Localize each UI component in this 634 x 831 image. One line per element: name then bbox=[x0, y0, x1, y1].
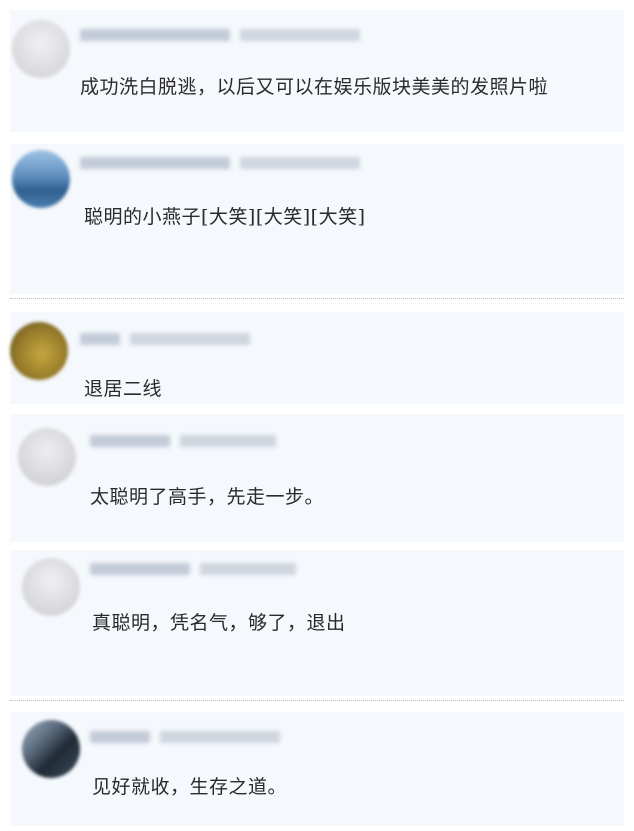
comment-item: 太聪明了高手，先走一步。 bbox=[10, 414, 624, 542]
comment-meta bbox=[80, 28, 360, 42]
comment-meta bbox=[90, 562, 296, 576]
user-location bbox=[130, 333, 250, 345]
username[interactable] bbox=[80, 29, 230, 41]
avatar[interactable] bbox=[10, 322, 68, 380]
comment-text: 见好就收，生存之道。 bbox=[92, 776, 288, 798]
comment-text: 真聪明，凭名气，够了，退出 bbox=[92, 612, 346, 634]
username[interactable] bbox=[90, 435, 170, 447]
divider bbox=[10, 700, 624, 701]
avatar[interactable] bbox=[12, 150, 70, 208]
divider bbox=[10, 298, 624, 299]
user-location bbox=[180, 435, 276, 447]
comment-meta bbox=[90, 730, 280, 744]
comment-item: 真聪明，凭名气，够了，退出 bbox=[10, 550, 624, 696]
comment-timestamp bbox=[240, 29, 360, 41]
username[interactable] bbox=[90, 563, 190, 575]
comment-meta bbox=[80, 156, 360, 170]
comment-item: 成功洗白脱逃，以后又可以在娱乐版块美美的发照片啦 bbox=[10, 10, 624, 132]
user-location bbox=[240, 157, 360, 169]
comment-text: 成功洗白脱逃，以后又可以在娱乐版块美美的发照片啦 bbox=[80, 76, 549, 98]
comment-text: 太聪明了高手，先走一步。 bbox=[90, 486, 325, 508]
comment-meta bbox=[90, 434, 276, 448]
comment-item: 聪明的小燕子[大笑][大笑][大笑] bbox=[10, 144, 624, 294]
user-location bbox=[160, 731, 280, 743]
comment-meta bbox=[80, 332, 250, 346]
comment-timestamp bbox=[200, 563, 296, 575]
avatar[interactable] bbox=[18, 428, 76, 486]
username[interactable] bbox=[90, 731, 150, 743]
comment-item: 退居二线 bbox=[10, 312, 624, 404]
avatar[interactable] bbox=[22, 558, 80, 616]
comment-text: 退居二线 bbox=[84, 378, 163, 400]
comment-item: 见好就收，生存之道。 bbox=[10, 712, 624, 826]
username[interactable] bbox=[80, 333, 120, 345]
avatar[interactable] bbox=[22, 720, 80, 778]
username[interactable] bbox=[80, 157, 230, 169]
comment-text: 聪明的小燕子[大笑][大笑][大笑] bbox=[84, 206, 366, 228]
avatar[interactable] bbox=[12, 20, 70, 78]
